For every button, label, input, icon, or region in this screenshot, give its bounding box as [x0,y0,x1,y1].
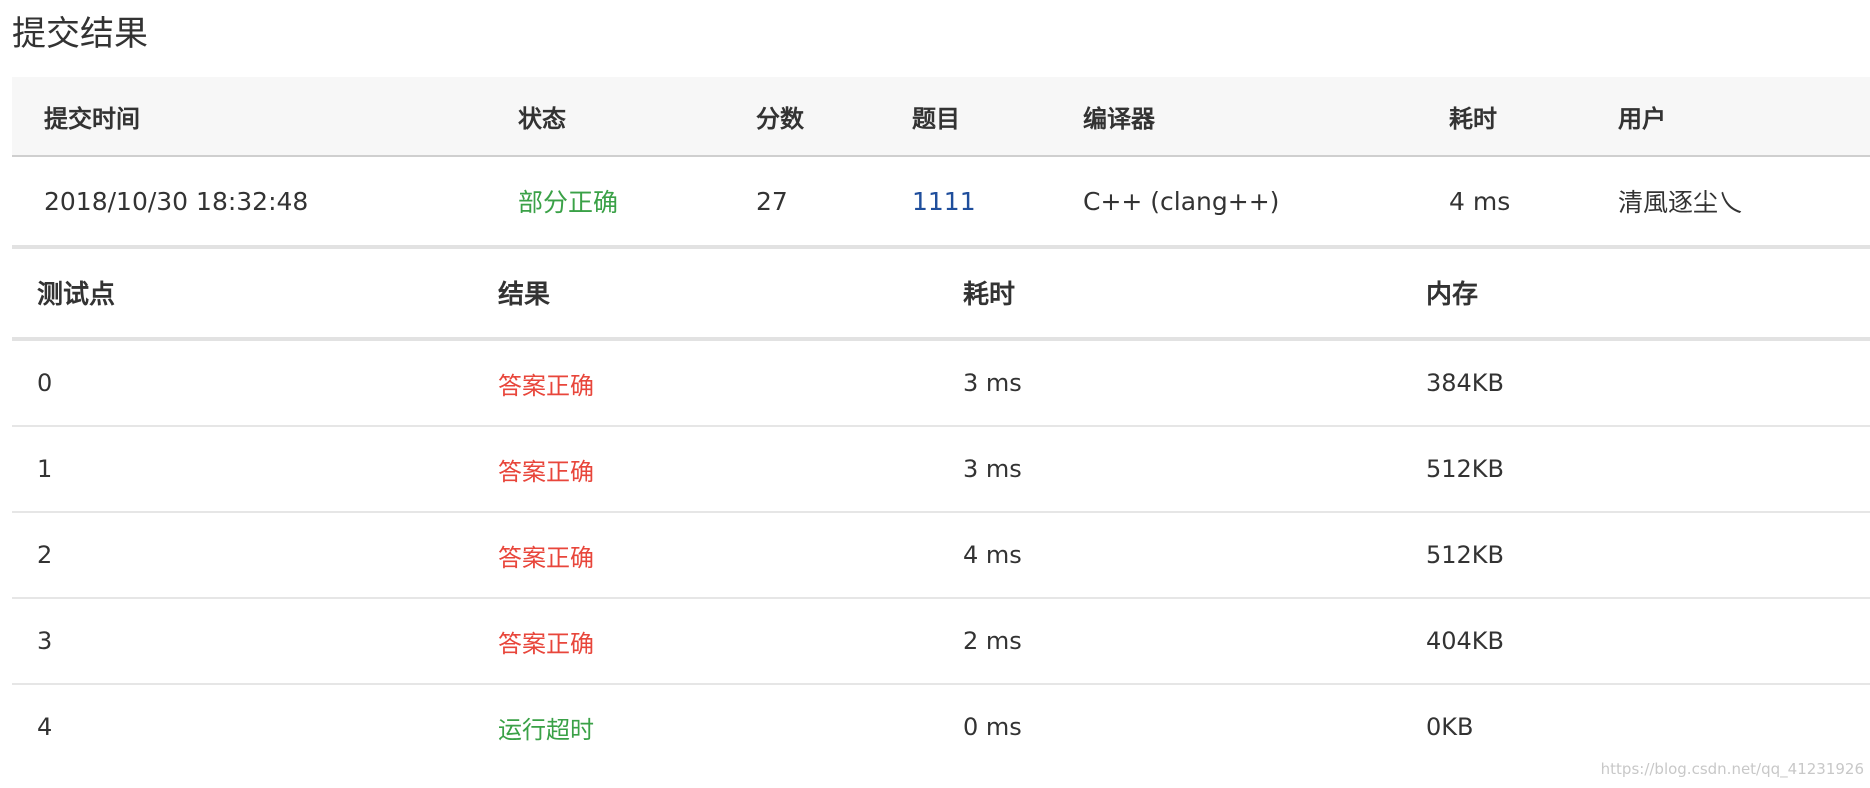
testpoint-id: 2 [37,541,53,569]
testpoint-result: 答案正确 [498,543,594,572]
testpoint-time: 3 ms [963,369,1022,397]
table-row: 1 答案正确 3 ms 512KB [12,427,1870,513]
time-cost: 4 ms [1449,186,1511,216]
testpoint-time: 3 ms [963,455,1022,483]
testpoint-result: 答案正确 [498,629,594,658]
testpoint-time: 0 ms [963,713,1022,741]
testpoint-time: 2 ms [963,627,1022,655]
header-compiler: 编译器 [1083,104,1155,133]
testpoint-result: 运行超时 [498,715,594,744]
table-row: 2 答案正确 4 ms 512KB [12,513,1870,599]
summary-row: 2018/10/30 18:32:48 部分正确 27 1111 C++ (cl… [12,157,1870,249]
testpoint-id: 3 [37,627,53,655]
testpoints-header-row: 测试点 结果 耗时 内存 [12,247,1870,341]
header-submit-time: 提交时间 [44,104,140,133]
header-time-cost: 耗时 [1449,104,1497,133]
testpoint-id: 4 [37,713,53,741]
testpoint-memory: 512KB [1426,455,1505,483]
testpoint-result: 答案正确 [498,457,594,486]
testpoint-memory: 404KB [1426,627,1505,655]
testpoint-memory: 512KB [1426,541,1505,569]
problem-link[interactable]: 1111 [912,157,976,245]
header-time: 耗时 [963,279,1016,310]
testpoint-result: 答案正确 [498,371,594,400]
header-problem: 题目 [912,104,960,133]
submit-time: 2018/10/30 18:32:48 [44,186,309,216]
status-badge: 部分正确 [518,188,619,217]
submission-summary-table: 提交时间 状态 分数 题目 编译器 耗时 用户 2018/10/30 18:32… [12,77,1870,249]
table-row: 4 运行超时 0 ms 0KB [12,685,1870,769]
header-user: 用户 [1618,104,1666,133]
score: 27 [756,186,788,216]
table-row: 0 答案正确 3 ms 384KB [12,341,1870,427]
table-row: 3 答案正确 2 ms 404KB [12,599,1870,685]
testpoint-time: 4 ms [963,541,1022,569]
header-status: 状态 [518,104,566,133]
header-memory: 内存 [1426,279,1479,310]
page-title: 提交结果 [12,14,148,54]
user-name: 清風逐尘乀 [1618,188,1744,217]
header-result: 结果 [498,279,551,310]
watermark-text: https://blog.csdn.net/qq_41231926 [1600,760,1864,778]
testpoint-memory: 0KB [1426,713,1474,741]
testpoint-id: 0 [37,369,53,397]
header-score: 分数 [756,104,804,133]
compiler: C++ (clang++) [1083,186,1280,216]
testpoints-table: 测试点 结果 耗时 内存 0 答案正确 3 ms 384KB 1 答案正确 3 … [12,247,1870,769]
page: 提交结果 提交时间 状态 分数 题目 编译器 耗时 用户 2018/10/30 … [0,0,1870,788]
summary-header-row: 提交时间 状态 分数 题目 编译器 耗时 用户 [12,77,1870,157]
testpoint-memory: 384KB [1426,369,1505,397]
header-testpoint: 测试点 [37,279,116,310]
testpoint-id: 1 [37,455,53,483]
